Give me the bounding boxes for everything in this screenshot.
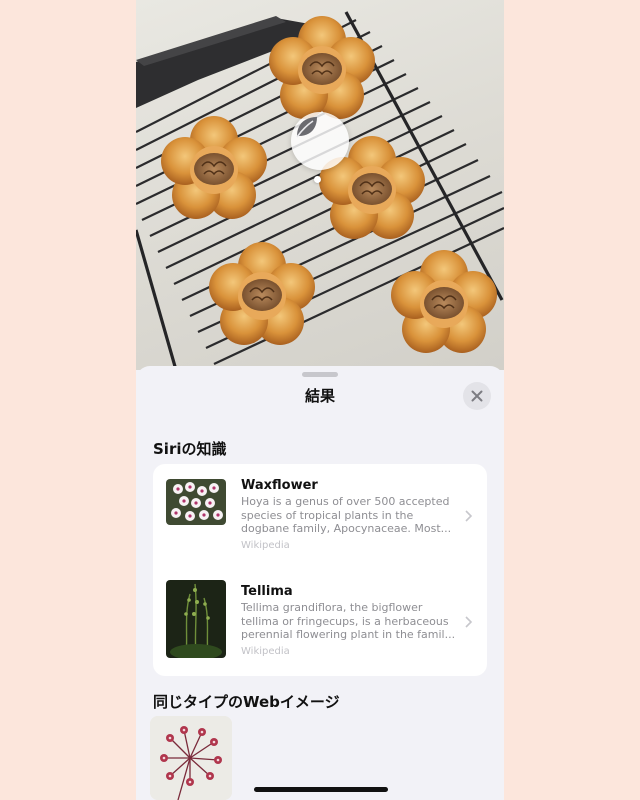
results-sheet: 結果 Siriの知識 Waxflower Hoya is a genus of … [136, 366, 504, 800]
phone-screen: 結果 Siriの知識 Waxflower Hoya is a genus of … [136, 0, 504, 800]
chevron-right-icon [463, 508, 473, 522]
waxflower-thumbnail [166, 479, 226, 525]
chevron-right-icon [463, 614, 473, 628]
list-item[interactable]: Waxflower Hoya is a genus of over 500 ac… [153, 464, 487, 564]
item-title: Tellima [241, 584, 293, 599]
sheet-grabber[interactable] [302, 372, 338, 377]
web-images-heading: 同じタイプのWebイメージ [153, 693, 340, 711]
xmark-icon [471, 390, 483, 402]
list-item[interactable]: Tellima Tellima grandiflora, the bigflow… [153, 570, 487, 670]
siri-knowledge-card: Waxflower Hoya is a genus of over 500 ac… [153, 464, 487, 676]
lookup-anchor-dot [314, 176, 321, 183]
tellima-thumbnail [166, 580, 226, 658]
item-description: Tellima grandiflora, the bigflower telli… [241, 601, 456, 641]
bread-on-cooling-rack-image [136, 11, 504, 370]
leaf-icon [296, 117, 317, 138]
item-title: Waxflower [241, 478, 318, 493]
sheet-title: 結果 [304, 387, 335, 405]
visual-lookup-button[interactable] [291, 112, 349, 170]
close-button[interactable] [463, 382, 491, 410]
item-source: Wikipedia [241, 540, 290, 551]
web-image-thumbnail[interactable] [150, 716, 232, 800]
item-description: Hoya is a genus of over 500 accepted spe… [241, 495, 452, 535]
item-source: Wikipedia [241, 646, 290, 657]
home-indicator[interactable] [254, 787, 388, 792]
siri-knowledge-heading: Siriの知識 [153, 440, 227, 458]
analyzed-photo [136, 0, 504, 370]
